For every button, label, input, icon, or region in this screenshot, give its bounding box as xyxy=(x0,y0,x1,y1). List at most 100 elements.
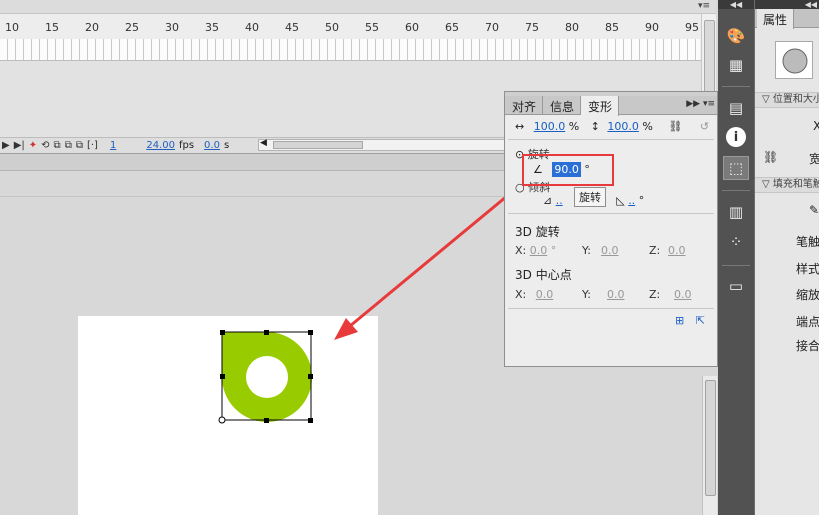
section-label: 填充和笔触 xyxy=(772,179,819,190)
fps-unit: fps xyxy=(178,140,195,151)
reset-icon[interactable]: ↺ xyxy=(700,120,709,133)
percent-sign: % xyxy=(642,120,653,133)
panel-tabs: 对齐 信息 变形 ▶▶ ▾≡ xyxy=(505,96,717,116)
scale-height-value[interactable]: 100.0 xyxy=(607,120,639,133)
scroll-thumb[interactable] xyxy=(705,380,716,496)
constrain-icon[interactable]: ⛓ xyxy=(668,120,682,133)
rot3d-z[interactable]: 0.0 xyxy=(668,244,686,257)
rot3d-y[interactable]: 0.0 xyxy=(601,244,619,257)
ruler-number: 10 xyxy=(5,21,19,34)
divider xyxy=(508,308,714,309)
scale-label: 缩放 xyxy=(796,288,819,302)
resize-handle[interactable] xyxy=(308,330,313,335)
transform-point[interactable] xyxy=(218,416,226,424)
timeline-top-bar: ▾≡ xyxy=(0,0,716,14)
ruler-number: 55 xyxy=(365,21,379,34)
onion-outline-icon[interactable]: ⧉ xyxy=(65,140,72,151)
skew-vertical-value[interactable]: .. xyxy=(628,194,635,207)
donut-shape[interactable] xyxy=(216,327,320,427)
z-label: Z: xyxy=(649,288,661,301)
motion-presets-icon[interactable]: ⁘ xyxy=(723,230,749,254)
center3d-x[interactable]: 0.0 xyxy=(536,288,554,301)
scroll-thumb[interactable] xyxy=(704,20,715,98)
panel-dock: ◀◀ 🎨 ▦ ▤ i ⬚ ▥ ⁘ ▭ xyxy=(718,0,754,515)
rotate-tooltip: 旋转 xyxy=(574,187,606,207)
section-label: 位置和大小 xyxy=(772,94,819,105)
ruler-number: 70 xyxy=(485,21,499,34)
timeline-menu-button[interactable]: ▾≡ xyxy=(698,1,710,11)
reset-transform-icon[interactable]: ⇱ xyxy=(696,314,705,327)
arrow-line xyxy=(349,180,525,328)
shape-thumbnail xyxy=(775,41,813,79)
current-frame[interactable]: 1 xyxy=(110,140,116,151)
ruler-number: 20 xyxy=(85,21,99,34)
tab-align[interactable]: 对齐 xyxy=(505,96,544,115)
elapsed-time[interactable]: 0.0 xyxy=(204,140,220,151)
components-icon[interactable]: ▭ xyxy=(723,274,749,298)
loop-icon[interactable]: ⟲ xyxy=(41,140,49,151)
transform-icon[interactable]: ⬚ xyxy=(723,156,749,180)
panel-menu-button[interactable]: ▶▶ ▾≡ xyxy=(686,99,715,109)
edit-multiple-frames-icon[interactable]: ⧉ xyxy=(76,140,83,151)
ruler-number: 95 xyxy=(685,21,699,34)
section-fill-stroke[interactable]: ▽ 填充和笔触 xyxy=(755,177,819,193)
play-icon[interactable]: ▶ xyxy=(2,140,10,151)
rot3d-values: X: 0.0 ° Y: 0.0 Z: 0.0 xyxy=(515,244,711,257)
frame-cells[interactable] xyxy=(0,39,700,60)
palette-icon[interactable]: 🎨 xyxy=(723,24,749,48)
resize-handle[interactable] xyxy=(308,374,313,379)
cap-label: 端点 xyxy=(796,315,819,329)
scroll-left-icon[interactable]: ◀ xyxy=(260,138,267,148)
swatches-icon[interactable]: ▦ xyxy=(723,53,749,77)
info-icon[interactable]: i xyxy=(726,127,746,147)
last-frame-icon[interactable]: ▶| xyxy=(14,140,25,151)
resize-handle[interactable] xyxy=(308,418,313,423)
duplicate-transform-icon[interactable]: ⊞ xyxy=(675,314,684,327)
tab-info[interactable]: 信息 xyxy=(543,96,582,115)
pencil-icon[interactable]: ✎ xyxy=(809,203,819,217)
dock-collapse-button[interactable]: ◀◀ xyxy=(718,0,754,9)
skew-vertical-icon: ◺ xyxy=(616,194,625,207)
ruler-number: 15 xyxy=(45,21,59,34)
center3d-values: X: 0.0 Y: 0.0 Z: 0.0 xyxy=(515,288,711,301)
resize-handle[interactable] xyxy=(264,330,269,335)
center3d-z[interactable]: 0.0 xyxy=(674,288,692,301)
tab-transform[interactable]: 变形 xyxy=(581,96,620,116)
stroke-label: 笔触 xyxy=(796,235,819,249)
ruler-number: 75 xyxy=(525,21,539,34)
dock-divider xyxy=(722,86,750,87)
rot3d-x[interactable]: 0.0 xyxy=(530,244,548,257)
resize-handle[interactable] xyxy=(220,330,225,335)
scroll-thumb[interactable] xyxy=(273,141,363,149)
scale-width-value[interactable]: 100.0 xyxy=(534,120,566,133)
resize-handle[interactable] xyxy=(264,418,269,423)
fps-value[interactable]: 24.00 xyxy=(146,140,175,151)
skew-horizontal-value[interactable]: .. xyxy=(556,194,563,207)
modify-markers-icon[interactable]: [·] xyxy=(87,140,98,151)
link-icon[interactable]: ⛓ xyxy=(763,150,778,164)
x-label: X: xyxy=(515,244,527,257)
style-label: 样式 xyxy=(796,262,819,276)
library-icon[interactable]: ▥ xyxy=(723,200,749,224)
center3d-label: 3D 中心点 xyxy=(515,268,572,282)
resize-handle[interactable] xyxy=(220,374,225,379)
transform-panel: 对齐 信息 变形 ▶▶ ▾≡ ↔ 100.0 % ↕ 100.0 % ⛓ ↺ ⊙… xyxy=(504,91,718,367)
shape-icon xyxy=(782,48,808,74)
z-label: Z: xyxy=(649,244,661,257)
onion-skin-icon[interactable]: ⧉ xyxy=(54,140,61,151)
center-frame-icon[interactable]: ✦ xyxy=(29,140,37,151)
degree-sign: ° xyxy=(550,244,557,257)
properties-tabs: 属性 xyxy=(755,9,819,29)
align-icon[interactable]: ▤ xyxy=(723,96,749,120)
divider xyxy=(508,139,714,140)
tab-properties[interactable]: 属性 xyxy=(757,9,795,29)
highlight-box xyxy=(522,154,614,186)
section-position-size[interactable]: ▽ 位置和大小 xyxy=(755,92,819,108)
properties-collapse[interactable]: ◀◀ xyxy=(755,0,819,9)
divider xyxy=(508,213,714,214)
skew-horizontal-icon: ⊿ xyxy=(543,194,553,207)
stage-vertical-scrollbar[interactable] xyxy=(702,376,717,515)
stage-divider xyxy=(0,196,504,197)
x-label: X xyxy=(813,119,819,133)
center3d-y[interactable]: 0.0 xyxy=(607,288,625,301)
